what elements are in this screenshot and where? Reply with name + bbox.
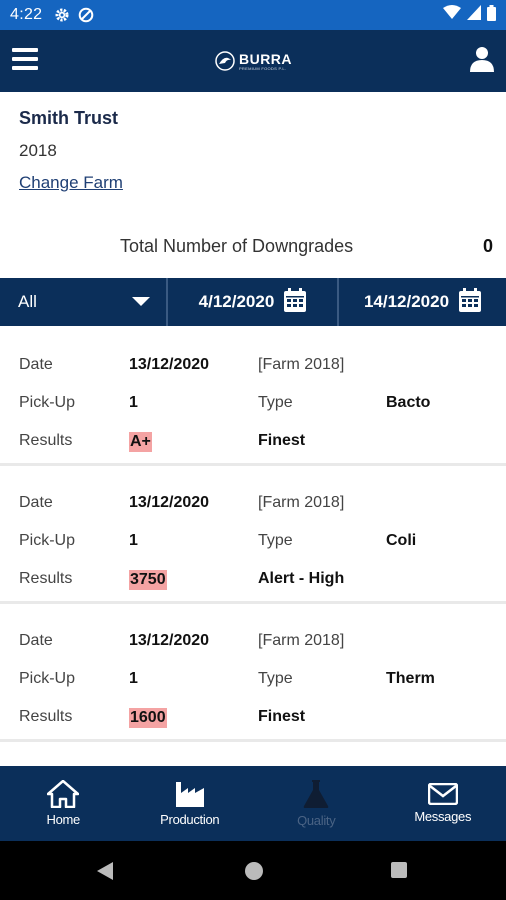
pickup-label: Pick-Up bbox=[19, 394, 76, 411]
back-icon[interactable] bbox=[97, 862, 113, 880]
downgrades-summary: Total Number of Downgrades 0 bbox=[0, 236, 506, 258]
logo-emblem-icon bbox=[215, 51, 235, 71]
recents-icon[interactable] bbox=[391, 862, 407, 878]
record-card[interactable]: Date 13/12/2020 [Farm 2018] Pick-Up 1 Ty… bbox=[0, 466, 506, 601]
date-label: Date bbox=[19, 356, 53, 373]
cellular-signal-icon bbox=[467, 5, 481, 25]
nav-home[interactable]: Home bbox=[0, 766, 127, 841]
record-pickup: 1 bbox=[129, 394, 138, 411]
date-label: Date bbox=[19, 494, 53, 511]
record-type: Bacto bbox=[386, 394, 431, 411]
type-label: Type bbox=[258, 394, 293, 411]
results-label: Results bbox=[19, 432, 73, 449]
nav-messages[interactable]: Messages bbox=[380, 766, 506, 841]
record-pickup: 1 bbox=[129, 532, 138, 549]
logo-subtext: PREMIUM FOODS P.L. bbox=[238, 65, 287, 71]
test-type-selected: All bbox=[18, 292, 37, 311]
system-nav-bar bbox=[0, 841, 506, 900]
status-bar: 4:22 bbox=[0, 0, 506, 30]
chevron-down-icon bbox=[132, 297, 150, 306]
results-label: Results bbox=[19, 708, 73, 725]
end-date-picker[interactable]: 14/12/2020 bbox=[339, 278, 506, 326]
record-grade: Alert - High bbox=[258, 570, 345, 587]
pickup-label: Pick-Up bbox=[19, 532, 76, 549]
results-label: Results bbox=[19, 570, 73, 587]
calendar-icon bbox=[284, 287, 307, 317]
app-logo: BURRA PREMIUM FOODS P.L. bbox=[214, 50, 292, 72]
type-label: Type bbox=[258, 670, 293, 687]
flask-icon bbox=[303, 780, 329, 808]
nav-production[interactable]: Production bbox=[127, 766, 254, 841]
record-date: 13/12/2020 bbox=[129, 356, 210, 373]
nav-messages-label: Messages bbox=[414, 809, 472, 824]
nav-home-label: Home bbox=[46, 812, 81, 827]
calendar-icon bbox=[459, 287, 482, 317]
wifi-icon bbox=[443, 5, 461, 25]
nav-quality[interactable]: Quality bbox=[253, 766, 380, 841]
downgrades-label: Total Number of Downgrades bbox=[120, 236, 354, 256]
app-bar: BURRA PREMIUM FOODS P.L. bbox=[0, 30, 506, 92]
record-farm: [Farm 2018] bbox=[258, 494, 345, 511]
type-label: Type bbox=[258, 532, 293, 549]
change-farm-link[interactable]: Change Farm bbox=[19, 173, 123, 193]
logo-text: BURRA bbox=[238, 50, 293, 67]
record-result: A+ bbox=[129, 432, 152, 452]
start-date-value: 4/12/2020 bbox=[198, 292, 275, 311]
status-time: 4:22 bbox=[10, 6, 43, 23]
start-date-picker[interactable]: 4/12/2020 bbox=[168, 278, 339, 326]
test-type-dropdown[interactable]: All bbox=[0, 278, 168, 326]
downgrades-count: 0 bbox=[482, 236, 493, 256]
end-date-value: 14/12/2020 bbox=[363, 292, 450, 311]
record-date: 13/12/2020 bbox=[129, 494, 210, 511]
record-grade: Finest bbox=[258, 708, 306, 725]
records-list: Date 13/12/2020 [Farm 2018] Pick-Up 1 Ty… bbox=[0, 328, 506, 760]
record-result: 3750 bbox=[129, 570, 167, 590]
envelope-icon bbox=[427, 783, 458, 805]
filter-bar: All 4/12/2020 14/12/2020 bbox=[0, 278, 506, 326]
home-circle-icon[interactable] bbox=[245, 862, 263, 880]
record-card[interactable]: Date 13/12/2020 [Farm 2018] Pick-Up 1 Ty… bbox=[0, 604, 506, 739]
hamburger-menu-icon[interactable] bbox=[12, 48, 38, 72]
record-card[interactable]: Date 13/12/2020 [Farm 2018] Pick-Up 1 Ty… bbox=[0, 328, 506, 463]
factory-icon bbox=[175, 782, 204, 807]
farm-number: 2018 bbox=[19, 141, 57, 160]
pickup-label: Pick-Up bbox=[19, 670, 76, 687]
data-saver-icon bbox=[78, 7, 94, 23]
record-card-partial bbox=[0, 742, 506, 760]
record-farm: [Farm 2018] bbox=[258, 632, 345, 649]
gear-icon bbox=[54, 7, 70, 23]
record-pickup: 1 bbox=[129, 670, 138, 687]
user-icon[interactable] bbox=[470, 46, 494, 77]
record-grade: Finest bbox=[258, 432, 306, 449]
record-type: Coli bbox=[386, 532, 417, 549]
record-result: 1600 bbox=[129, 708, 167, 728]
record-date: 13/12/2020 bbox=[129, 632, 210, 649]
record-farm: [Farm 2018] bbox=[258, 356, 345, 373]
bottom-nav: Home Production Quality Messages bbox=[0, 766, 506, 841]
battery-icon bbox=[487, 4, 496, 26]
record-type: Therm bbox=[386, 670, 435, 687]
nav-production-label: Production bbox=[160, 812, 220, 827]
farm-info: Smith Trust 2018 Change Farm bbox=[19, 108, 123, 193]
farm-name: Smith Trust bbox=[19, 108, 119, 128]
nav-quality-label: Quality bbox=[297, 813, 336, 828]
home-icon bbox=[47, 780, 80, 808]
date-label: Date bbox=[19, 632, 53, 649]
